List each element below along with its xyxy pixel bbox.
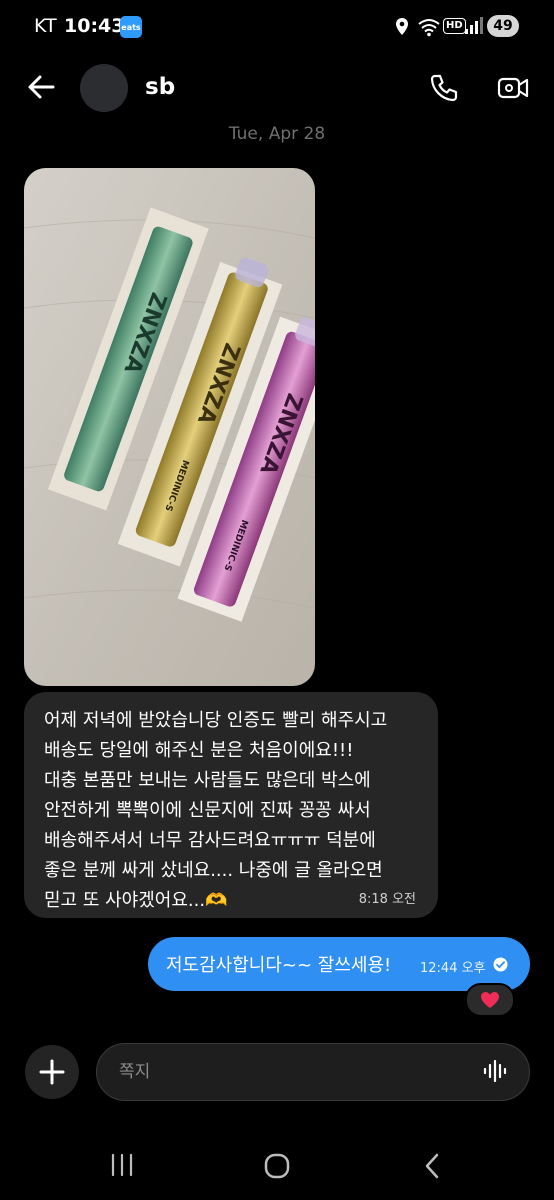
recent-apps-icon[interactable]: [108, 1152, 136, 1178]
sent-message-bubble[interactable]: 저도감사합니다~~ 잘쓰세용! 12:44 오후: [148, 937, 530, 991]
phone-icon[interactable]: [428, 72, 460, 104]
location-icon: [396, 18, 408, 35]
message-line: 배송도 당일에 해주신 분은 처음이에요!!!: [44, 740, 354, 761]
received-timestamp: 8:18 오전: [358, 892, 416, 907]
heart-icon: [481, 992, 499, 1008]
plus-icon: [39, 1059, 65, 1085]
message-line: 배송해주셔서 너무 감사드려요ㅠㅠㅠ 덕분에: [44, 830, 376, 851]
hd-voice-badge: HD: [443, 18, 466, 34]
date-separator: Tue, Apr 28: [228, 124, 326, 144]
avatar[interactable]: [80, 64, 128, 112]
message-line: 안전하게 뽁뽁이에 신문지에 진짜 꽁꽁 싸서: [44, 800, 371, 821]
status-time: 10:43: [64, 15, 125, 37]
add-attachment-button[interactable]: [25, 1045, 79, 1099]
message-line: 믿고 또 사야겠어요...🫶: [44, 890, 228, 911]
sent-timestamp: 12:44 오후: [420, 961, 486, 976]
carrier-label: KT: [34, 15, 57, 37]
status-bar: KT 10:43 eats HD 49: [0, 0, 554, 56]
received-message-bubble[interactable]: 어제 저녁에 받았습니당 인증도 빨리 해주시고 배송도 당일에 해주신 분은 …: [24, 692, 438, 918]
sent-message-text: 저도감사합니다~~ 잘쓰세용!: [166, 955, 392, 976]
contact-name[interactable]: sb: [145, 74, 175, 100]
message-line: 좋은 분께 싸게 샀네요.... 나중에 글 올라오면: [44, 860, 383, 881]
photo-message[interactable]: ZNXZA ZNXZA MEDINIC-S ZNXZA MEDINIC-S: [24, 168, 315, 686]
wifi-icon: [418, 19, 440, 37]
message-line: 대충 본품만 보내는 사람들도 많은데 박스에: [44, 770, 371, 791]
back-arrow-icon[interactable]: [27, 72, 55, 102]
video-camera-icon[interactable]: [496, 72, 530, 104]
home-icon[interactable]: [263, 1152, 291, 1180]
reaction-badge[interactable]: [465, 983, 515, 1017]
signal-icon: [465, 17, 483, 34]
voice-wave-icon[interactable]: [482, 1058, 508, 1084]
battery-indicator: 49: [487, 15, 519, 37]
message-input[interactable]: [96, 1043, 530, 1101]
read-check-icon: [493, 957, 508, 972]
product-photo: ZNXZA ZNXZA MEDINIC-S ZNXZA MEDINIC-S: [24, 168, 315, 686]
message-line: 어제 저녁에 받았습니당 인증도 빨리 해주시고: [44, 710, 388, 731]
nav-back-icon[interactable]: [422, 1152, 442, 1180]
eats-app-icon: eats: [120, 16, 142, 38]
